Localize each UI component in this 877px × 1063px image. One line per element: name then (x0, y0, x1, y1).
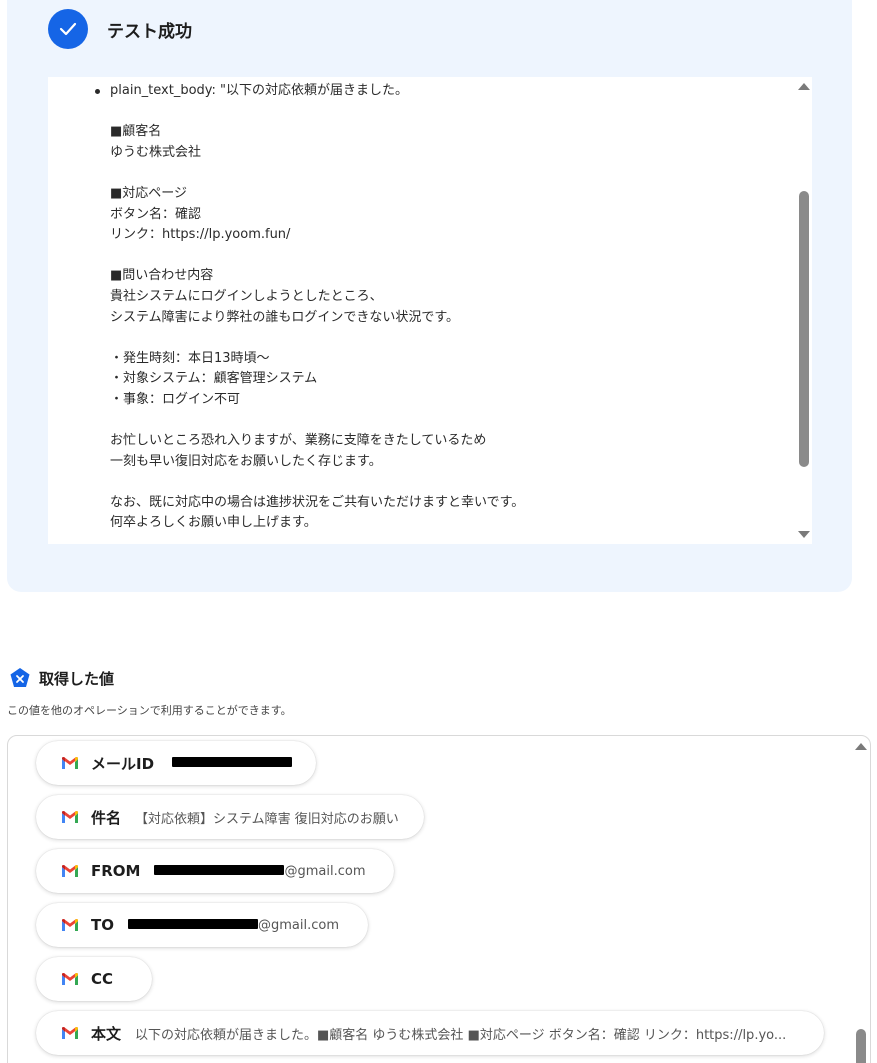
acquired-values-header: 取得した値 (9, 667, 114, 689)
test-success-title: テスト成功 (107, 21, 192, 42)
value-pill-body[interactable]: 本文 以下の対応依頼が届きました。■顧客名 ゆうむ株式会社 ■対応ページ ボタン… (36, 1011, 824, 1055)
value-pill-subject[interactable]: 件名 【対応依頼】システム障害 復旧対応のお願い (36, 795, 424, 839)
gmail-icon (62, 1027, 78, 1039)
value-pill-from[interactable]: FROM @gmail.com (36, 849, 394, 893)
value-text: 【対応依頼】システム障害 復旧対応のお願い (135, 811, 399, 827)
value-pill-mail-id[interactable]: メールID (36, 741, 316, 785)
value-label: TO (91, 916, 114, 934)
test-output-box[interactable]: plain_text_body: "以下の対応依頼が届きました。 ■顧客名 ゆう… (48, 77, 812, 544)
gmail-icon (62, 973, 78, 985)
gmail-icon (62, 757, 78, 769)
value-label: FROM (91, 862, 141, 880)
redaction-bar (127, 918, 258, 929)
values-scrollbar[interactable] (852, 736, 870, 1063)
value-text: @gmail.com (154, 864, 366, 879)
scroll-thumb[interactable] (799, 191, 809, 467)
acquired-values-list[interactable]: メールID 件名 【対応依頼】システム障害 復旧対応のお願い FROM @gma… (7, 735, 871, 1063)
test-success-header: テスト成功 (48, 9, 192, 49)
value-label: 本文 (91, 1024, 122, 1043)
scroll-up-arrow-icon[interactable] (798, 83, 810, 90)
value-text: 以下の対応依頼が届きました。■顧客名 ゆうむ株式会社 ■対応ページ ボタン名：確… (135, 1027, 787, 1043)
variable-badge-icon (10, 668, 30, 687)
value-text (168, 756, 293, 771)
scroll-down-arrow-icon[interactable] (798, 531, 810, 538)
redaction-bar (172, 756, 293, 767)
value-pill-to[interactable]: TO @gmail.com (36, 903, 368, 947)
gmail-icon (62, 811, 78, 823)
scroll-up-arrow-icon[interactable] (855, 743, 867, 750)
plain-text-body-output: plain_text_body: "以下の対応依頼が届きました。 ■顧客名 ゆう… (110, 83, 525, 531)
acquired-values-description: この値を他のオペレーションで利用することができます。 (7, 704, 292, 717)
acquired-values-title: 取得した値 (39, 669, 115, 688)
value-label: 件名 (91, 808, 122, 827)
bullet-icon (95, 89, 100, 94)
gmail-icon (62, 919, 78, 931)
value-text: @gmail.com (127, 918, 339, 933)
value-label: メールID (91, 754, 155, 773)
check-icon (48, 9, 88, 49)
test-success-panel: テスト成功 plain_text_body: "以下の対応依頼が届きました。 ■… (7, 0, 852, 592)
redaction-bar (154, 864, 285, 875)
gmail-icon (62, 865, 78, 877)
output-scrollbar[interactable] (794, 77, 812, 544)
scroll-thumb[interactable] (856, 1029, 866, 1063)
value-pill-cc[interactable]: CC (36, 957, 152, 1001)
value-label: CC (91, 970, 114, 988)
